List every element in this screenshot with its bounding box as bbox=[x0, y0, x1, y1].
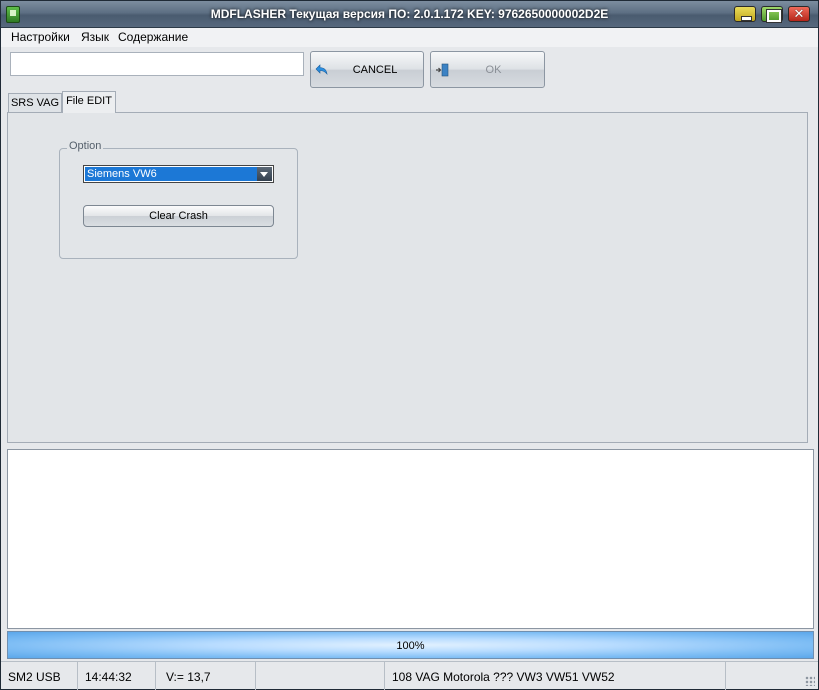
tab-srs-vag-label: SRS VAG bbox=[10, 97, 60, 109]
close-icon: ✕ bbox=[793, 6, 805, 21]
ok-label: OK bbox=[485, 64, 502, 76]
status-interface: SM2 USB bbox=[1, 662, 78, 690]
status-voltage: V:= 13,7 bbox=[156, 662, 256, 690]
resize-grip-icon[interactable] bbox=[805, 676, 815, 686]
tab-file-edit-label: File EDIT bbox=[66, 95, 112, 107]
tab-file-edit[interactable]: File EDIT bbox=[62, 91, 116, 113]
log-output[interactable] bbox=[7, 449, 814, 629]
tab-srs-vag[interactable]: SRS VAG bbox=[8, 93, 62, 113]
minimize-button[interactable] bbox=[734, 6, 756, 22]
cancel-button[interactable]: CANCEL bbox=[310, 51, 424, 88]
clear-crash-label: Clear Crash bbox=[149, 210, 208, 222]
window-title: MDFLASHER Текущая версия ПО: 2.0.1.172 K… bbox=[210, 7, 609, 21]
progress-label: 100% bbox=[396, 640, 425, 652]
status-voltage-text: V:= 13,7 bbox=[166, 670, 211, 684]
chevron-down-icon[interactable] bbox=[257, 167, 272, 181]
status-info-text: 108 VAG Motorola ??? VW3 VW51 VW52 bbox=[392, 670, 615, 684]
menu-bar: Настройки Язык Содержание bbox=[1, 28, 818, 47]
command-input[interactable] bbox=[10, 52, 304, 76]
cancel-label: CANCEL bbox=[352, 64, 398, 76]
status-interface-text: SM2 USB bbox=[8, 670, 61, 684]
menu-settings[interactable]: Настройки bbox=[11, 30, 70, 44]
option-legend: Option bbox=[67, 140, 104, 152]
ecu-type-selected: Siemens VW6 bbox=[84, 166, 258, 182]
status-empty bbox=[256, 662, 385, 690]
progress-bar: 100% bbox=[7, 631, 814, 659]
menu-language[interactable]: Язык bbox=[81, 30, 109, 44]
ok-button[interactable]: OK bbox=[430, 51, 545, 88]
status-info: 108 VAG Motorola ??? VW3 VW51 VW52 bbox=[385, 662, 726, 690]
close-button[interactable]: ✕ bbox=[788, 6, 810, 22]
menu-contents[interactable]: Содержание bbox=[118, 30, 188, 44]
ecu-type-select[interactable]: Siemens VW6 bbox=[83, 165, 274, 183]
app-window: MDFLASHER Текущая версия ПО: 2.0.1.172 K… bbox=[0, 0, 819, 690]
status-time: 14:44:32 bbox=[78, 662, 156, 690]
clear-crash-button[interactable]: Clear Crash bbox=[83, 205, 274, 227]
status-time-text: 14:44:32 bbox=[85, 670, 132, 684]
title-bar[interactable]: MDFLASHER Текущая версия ПО: 2.0.1.172 K… bbox=[1, 1, 818, 28]
maximize-button[interactable] bbox=[761, 6, 783, 23]
status-bar: SM2 USB 14:44:32 V:= 13,7 108 VAG Motoro… bbox=[1, 661, 818, 690]
